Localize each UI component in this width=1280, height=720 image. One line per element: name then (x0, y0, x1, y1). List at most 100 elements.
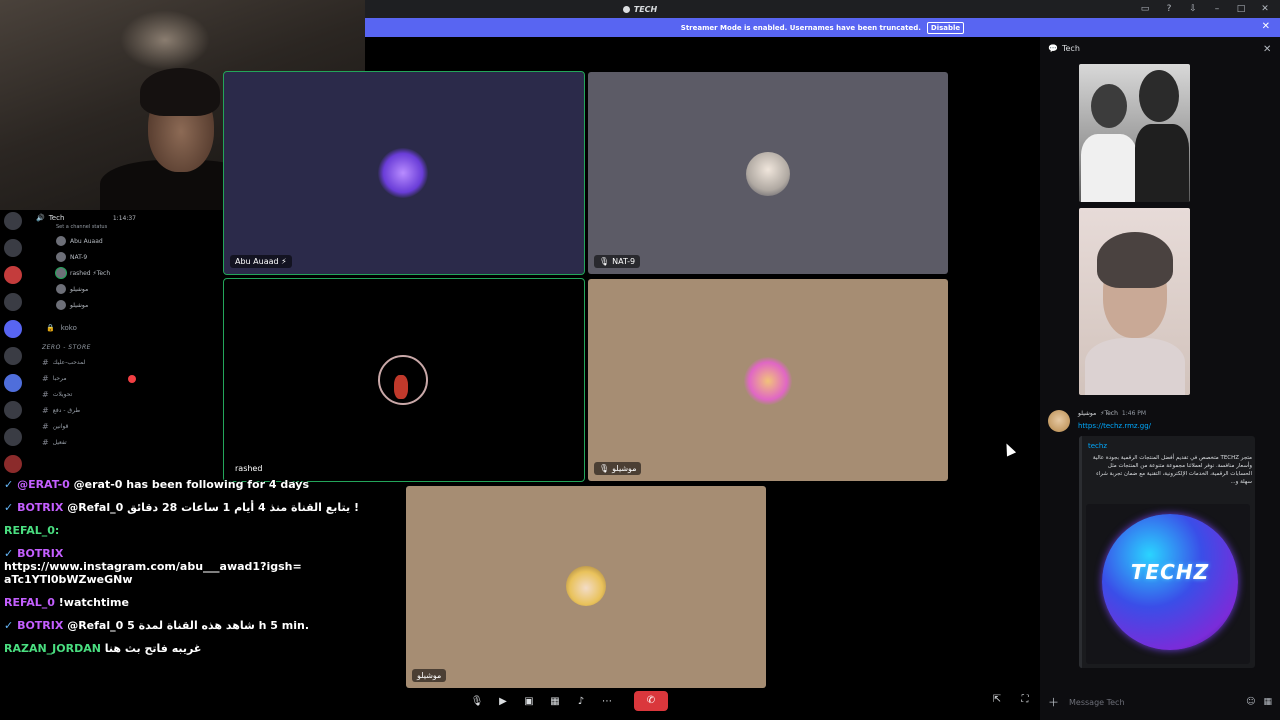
discord-stream-screen: TECH ▭ ? ⇩ – □ ✕ Streamer Mode is enable… (0, 0, 1280, 720)
chat-text: @Refal_0 يتابع القناة منذ 4 أيام 1 ساعات… (67, 501, 360, 514)
voice-user[interactable]: rashed ⚡Tech (56, 268, 136, 278)
server-icon[interactable] (4, 428, 22, 446)
video-tile[interactable]: rashed (223, 278, 585, 482)
voice-user[interactable]: موشيلو (56, 300, 136, 310)
chat-image[interactable] (1079, 64, 1190, 202)
chat-message: ✓ BOTRIX @Refal_0 شاهد هذه القناة لمدة 5… (4, 619, 344, 632)
server-icon[interactable] (4, 455, 22, 473)
message-author[interactable]: موشيلو (1078, 410, 1096, 417)
camera-icon[interactable]: ▶ (496, 696, 510, 707)
screen-share-icon[interactable]: ▣ (522, 696, 536, 707)
video-tile[interactable]: 🎙 NAT-9 (588, 72, 948, 274)
server-icon[interactable] (4, 212, 22, 230)
photo-person (1135, 124, 1189, 202)
disconnect-button[interactable]: ✆ (634, 691, 668, 711)
server-icon[interactable] (4, 347, 22, 365)
download-icon[interactable]: ⇩ (1186, 3, 1200, 15)
voice-user[interactable]: NAT-9 (56, 252, 136, 262)
chat-username: BOTRIX (17, 619, 64, 632)
chat-message: ✓ BOTRIX @Refal_0 يتابع القناة منذ 4 أيا… (4, 501, 359, 514)
window-title-text: TECH (633, 4, 658, 14)
avatar[interactable] (1048, 410, 1070, 432)
message-input-bar[interactable]: ＋ Message Tech ☺ ▦ (1048, 692, 1272, 712)
view-controls: ⇱ ⛶ (990, 694, 1032, 705)
voice-user-name: موشيلو (70, 301, 89, 309)
chat-text: @erat-0 has been following for 4 days (73, 478, 310, 491)
add-attachment-icon[interactable]: ＋ (1048, 694, 1059, 710)
server-tag: ⚡Tech (1100, 410, 1118, 417)
chat-username: BOTRIX (17, 501, 64, 514)
channel-status-prompt[interactable]: Set a channel status (56, 224, 136, 230)
tile-username: موشيلو (612, 464, 637, 473)
chat-text: غريبه فاتح بث هنا (104, 642, 202, 655)
chat-image[interactable] (1079, 208, 1190, 395)
emoji-icon[interactable]: ☺ (1246, 697, 1255, 707)
text-channel[interactable]: # طرق - دفع (42, 406, 136, 415)
verified-icon: ✓ (4, 501, 14, 514)
fullscreen-icon[interactable]: ⛶ (1018, 694, 1032, 705)
close-window-icon[interactable]: ✕ (1258, 3, 1272, 15)
voice-channel-name: Tech (48, 214, 65, 222)
inbox-icon[interactable]: ▭ (1138, 3, 1152, 15)
photo-person (1085, 338, 1185, 395)
input-tools: ☺ ▦ (1246, 697, 1272, 707)
channel-name: مرحبا (52, 375, 67, 382)
text-channel[interactable]: # تفعيل (42, 438, 136, 447)
chat-text: @Refal_0 شاهد هذه القناة لمدة 5 h 5 min. (67, 619, 309, 632)
maximize-icon[interactable]: □ (1234, 3, 1248, 15)
link-embed: techz متجر TECHZ متخصص في تقديم أفضل الم… (1079, 436, 1255, 668)
message-input-placeholder[interactable]: Message Tech (1069, 698, 1125, 707)
unread-badge (128, 374, 136, 383)
close-banner-icon[interactable]: ✕ (1262, 21, 1270, 32)
verified-icon: ✓ (4, 547, 14, 560)
hash-icon: # (42, 358, 49, 367)
voice-user[interactable]: موشيلو (56, 284, 136, 294)
channel-koko[interactable]: 🔒 koko (46, 324, 136, 332)
video-tile[interactable]: 🎙 موشيلو (588, 279, 948, 481)
more-icon[interactable]: ⋯ (600, 696, 614, 707)
server-icon[interactable] (4, 374, 22, 392)
video-tile[interactable]: موشيلو (406, 486, 766, 688)
server-icon[interactable] (4, 293, 22, 311)
muted-icon: 🎙 (599, 257, 610, 266)
server-icon[interactable] (4, 239, 22, 257)
text-channel[interactable]: # قوانين (42, 422, 136, 431)
stream-chat-overlay: ✓ @ERAT-0 @erat-0 has been following for… (4, 478, 359, 665)
popout-icon[interactable]: ⇱ (990, 694, 1004, 705)
text-channel[interactable]: # لمدحب-عليك (42, 358, 136, 367)
avatar (378, 148, 428, 198)
mouse-cursor (1001, 441, 1017, 457)
voice-channel-header[interactable]: 🔊 Tech 1:14:37 (36, 214, 136, 222)
minimize-icon[interactable]: – (1210, 3, 1224, 15)
text-channel[interactable]: # تحويلات (42, 390, 136, 399)
chat-bubble-icon: 💬 (1048, 44, 1058, 53)
embed-title[interactable]: techz (1088, 442, 1107, 450)
video-tile[interactable]: Abu Auaad ⚡ (223, 71, 585, 275)
close-panel-icon[interactable]: ✕ (1263, 44, 1271, 55)
voice-user-name: Abu Auaad (70, 237, 103, 245)
message-link[interactable]: https://techz.rmz.gg/ (1078, 422, 1151, 430)
server-icon[interactable] (4, 320, 22, 338)
category-header[interactable]: ZERO - STORE (42, 344, 136, 351)
server-icon[interactable] (4, 266, 22, 284)
voice-user-name: rashed ⚡Tech (70, 269, 111, 277)
embed-image[interactable]: TECHZ (1086, 504, 1250, 664)
voice-user[interactable]: Abu Auaad (56, 236, 136, 246)
channel-name: طرق - دفع (52, 407, 81, 414)
disable-streamer-mode-button[interactable]: Disable (926, 21, 965, 34)
chat-username: RAZAN_JORDAN (4, 642, 101, 655)
chat-message: ✓ BOTRIX https://www.instagram.com/abu___… (4, 547, 304, 586)
activities-icon[interactable]: ▦ (548, 696, 562, 707)
avatar (56, 300, 66, 310)
streamer-mode-banner: Streamer Mode is enabled. Usernames have… (365, 18, 1280, 37)
server-rail (4, 212, 26, 473)
voice-user-name: NAT-9 (70, 253, 88, 261)
microphone-icon[interactable]: 🎙 (470, 696, 484, 707)
apps-icon[interactable]: ▦ (1263, 697, 1272, 707)
server-icon[interactable] (4, 401, 22, 419)
voice-channel-timer: 1:14:37 (112, 214, 136, 222)
photo-person (1081, 134, 1137, 202)
help-icon[interactable]: ? (1162, 3, 1176, 15)
soundboard-icon[interactable]: ♪ (574, 696, 588, 707)
text-channel[interactable]: # مرحبا (42, 374, 136, 383)
